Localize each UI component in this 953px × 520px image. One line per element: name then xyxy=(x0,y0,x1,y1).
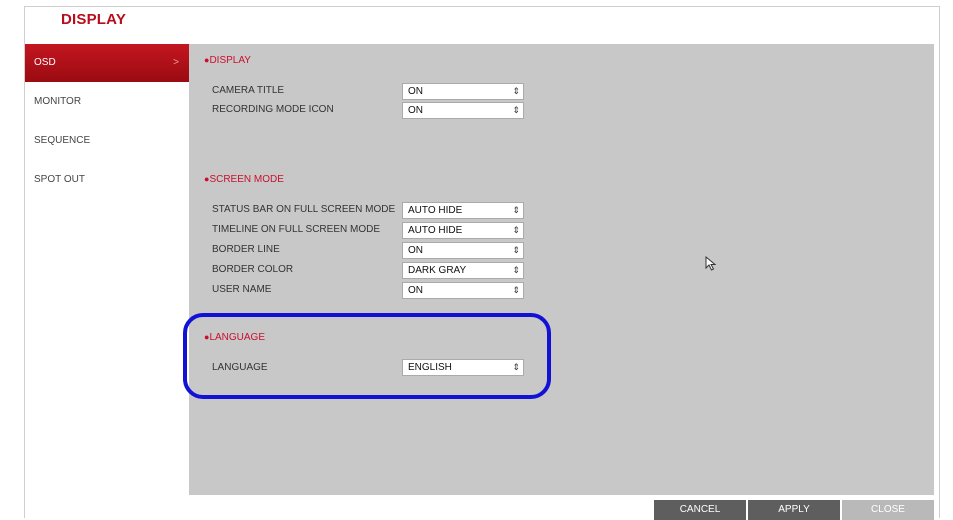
border-line-label: BORDER LINE xyxy=(212,244,280,255)
page-title: DISPLAY xyxy=(61,11,127,28)
timeline-select[interactable]: AUTO HIDE ⇕ xyxy=(402,222,524,239)
user-name-select[interactable]: ON ⇕ xyxy=(402,282,524,299)
user-name-label: USER NAME xyxy=(212,284,272,295)
sidebar-item-spot-out[interactable]: SPOT OUT xyxy=(25,161,189,199)
select-value: AUTO HIDE xyxy=(408,205,463,216)
sidebar-item-label: MONITOR xyxy=(34,96,82,107)
recording-mode-icon-label: RECORDING MODE ICON xyxy=(212,104,334,115)
status-bar-label: STATUS BAR ON FULL SCREEN MODE xyxy=(212,204,396,215)
border-color-select[interactable]: DARK GRAY ⇕ xyxy=(402,262,524,279)
select-value: ON xyxy=(408,86,423,97)
updown-arrow-icon: ⇕ xyxy=(512,265,520,275)
updown-arrow-icon: ⇕ xyxy=(512,285,520,295)
select-value: AUTO HIDE xyxy=(408,225,463,236)
sidebar-item-sequence[interactable]: SEQUENCE xyxy=(25,122,189,160)
sidebar-item-label: SEQUENCE xyxy=(34,135,91,146)
camera-title-label: CAMERA TITLE xyxy=(212,85,285,96)
status-bar-select[interactable]: AUTO HIDE ⇕ xyxy=(402,202,524,219)
border-color-label: BORDER COLOR xyxy=(212,264,294,275)
sidebar-item-label: SPOT OUT xyxy=(34,174,85,185)
sidebar-item-osd[interactable]: OSD > xyxy=(25,44,189,82)
updown-arrow-icon: ⇕ xyxy=(512,245,520,255)
sidebar-item-monitor[interactable]: MONITOR xyxy=(25,83,189,121)
section-title-display: ●DISPLAY xyxy=(204,55,251,66)
sidebar: OSD > MONITOR SEQUENCE SPOT OUT xyxy=(25,44,189,514)
section-title-text: SCREEN MODE xyxy=(209,174,284,185)
cancel-button[interactable]: CANCEL xyxy=(654,500,746,520)
updown-arrow-icon: ⇕ xyxy=(512,205,520,215)
timeline-label: TIMELINE ON FULL SCREEN MODE xyxy=(212,224,380,235)
chevron-right-icon: > xyxy=(173,57,179,68)
select-value: ON xyxy=(408,105,423,116)
updown-arrow-icon: ⇕ xyxy=(512,225,520,235)
close-button[interactable]: CLOSE xyxy=(842,500,934,520)
apply-button[interactable]: APPLY xyxy=(748,500,840,520)
sidebar-item-label: OSD xyxy=(34,57,56,68)
select-value: ON xyxy=(408,245,423,256)
section-title-text: DISPLAY xyxy=(209,55,251,66)
section-title-screen-mode: ●SCREEN MODE xyxy=(204,174,284,185)
updown-arrow-icon: ⇕ xyxy=(512,105,520,115)
border-line-select[interactable]: ON ⇕ xyxy=(402,242,524,259)
updown-arrow-icon: ⇕ xyxy=(512,86,520,96)
mouse-cursor-icon xyxy=(705,255,719,277)
language-highlight-box xyxy=(183,313,551,399)
camera-title-select[interactable]: ON ⇕ xyxy=(402,83,524,100)
select-value: ON xyxy=(408,285,423,296)
select-value: DARK GRAY xyxy=(408,265,467,276)
recording-mode-icon-select[interactable]: ON ⇕ xyxy=(402,102,524,119)
